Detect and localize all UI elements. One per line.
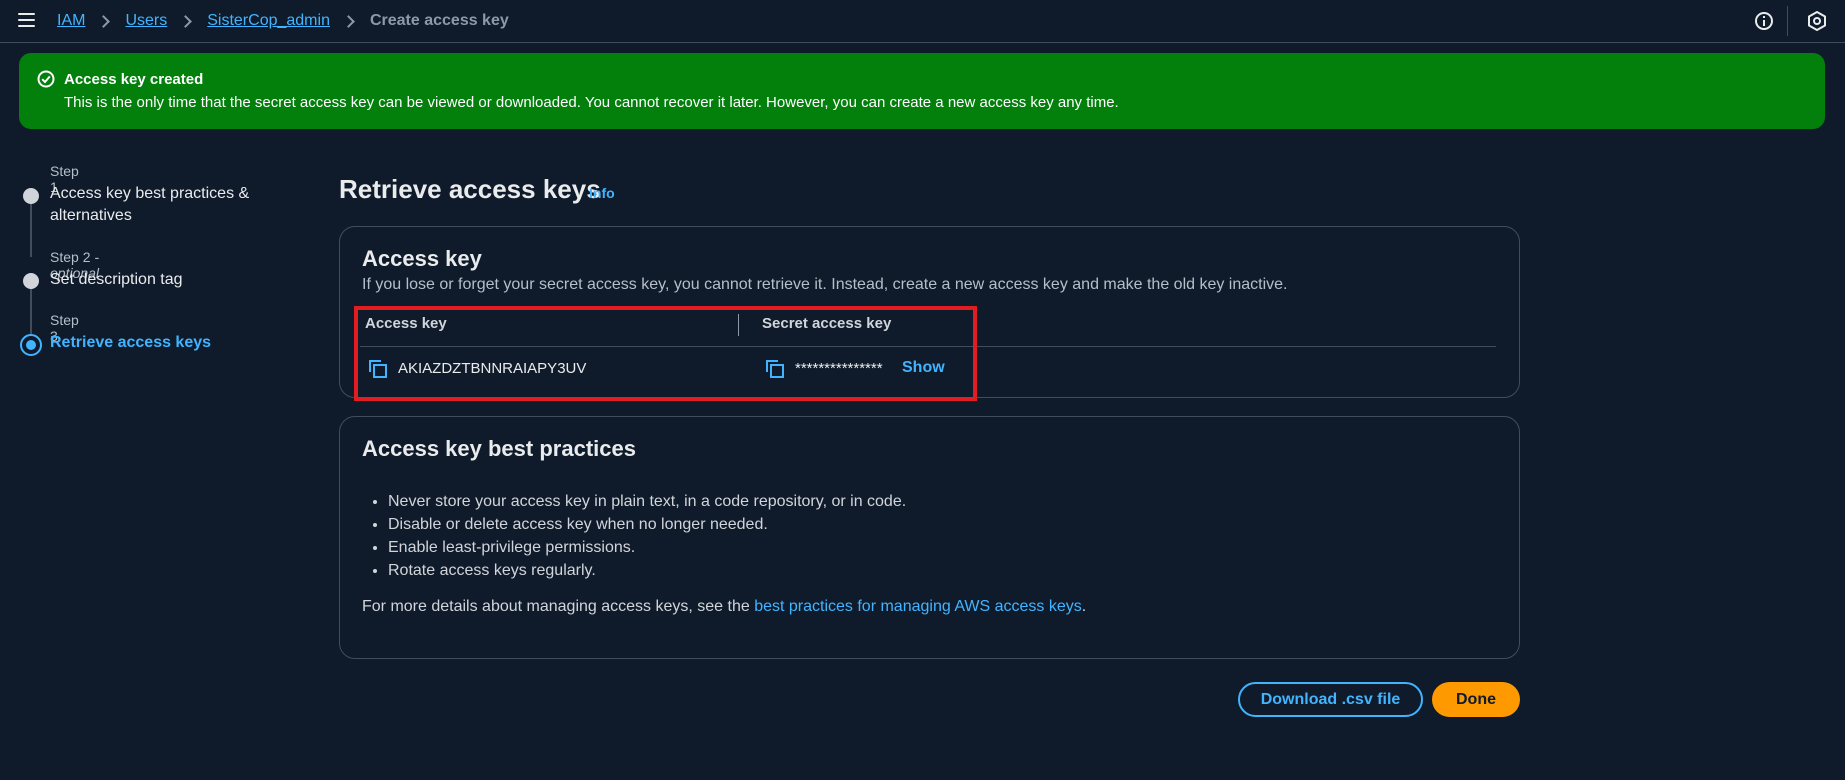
download-csv-button[interactable]: Download .csv file	[1238, 682, 1423, 717]
panel-title: Access key	[362, 246, 482, 271]
divider	[1787, 6, 1788, 36]
step-1-title[interactable]: Access key best practices & alternatives	[50, 183, 300, 227]
breadcrumb-current: Create access key	[369, 12, 509, 29]
panel-title: Access key best practices	[362, 436, 636, 461]
list-item: Never store your access key in plain tex…	[388, 490, 906, 513]
step-connector	[30, 202, 32, 257]
info-link[interactable]: Info	[589, 185, 615, 201]
breadcrumb-users[interactable]: Users	[125, 12, 167, 30]
success-flashbar: Access key created This is the only time…	[19, 53, 1825, 129]
chevron-right-icon	[97, 14, 111, 28]
step-3-indicator	[20, 334, 42, 356]
highlight-box	[354, 306, 977, 401]
breadcrumb: IAM Users SisterCop_admin Create access …	[57, 0, 509, 42]
chevron-right-icon	[342, 14, 355, 28]
breadcrumb-user[interactable]: SisterCop_admin	[207, 12, 330, 30]
breadcrumb-iam[interactable]: IAM	[57, 12, 85, 30]
list-item: Rotate access keys regularly.	[388, 559, 906, 582]
panel-description: If you lose or forget your secret access…	[362, 276, 1288, 293]
flash-title: Access key created	[64, 71, 204, 88]
success-check-icon	[37, 70, 55, 88]
footer-text: For more details about managing access k…	[362, 598, 755, 615]
menu-icon[interactable]	[18, 13, 35, 28]
best-practices-list: Never store your access key in plain tex…	[368, 490, 906, 582]
step-2-indicator	[23, 273, 39, 289]
best-practices-footer: For more details about managing access k…	[362, 598, 1086, 616]
page-title: Retrieve access keys	[339, 174, 601, 204]
top-navigation-bar: IAM Users SisterCop_admin Create access …	[0, 0, 1845, 43]
flash-message: This is the only time that the secret ac…	[64, 94, 1119, 111]
list-item: Enable least-privilege permissions.	[388, 536, 906, 559]
step-2-number: Step 2	[50, 249, 91, 265]
done-button[interactable]: Done	[1432, 682, 1520, 717]
list-item: Disable or delete access key when no lon…	[388, 513, 906, 536]
footer-period: .	[1081, 598, 1087, 615]
info-icon[interactable]	[1754, 11, 1774, 31]
best-practices-link[interactable]: best practices for managing AWS access k…	[754, 598, 1082, 615]
step-3-title: Retrieve access keys	[50, 334, 212, 351]
chevron-right-icon	[179, 14, 193, 28]
settings-icon[interactable]	[1807, 11, 1827, 31]
step-1-indicator	[23, 188, 39, 204]
step-connector	[30, 289, 32, 334]
step-2-title[interactable]: Set description tag	[50, 269, 300, 291]
